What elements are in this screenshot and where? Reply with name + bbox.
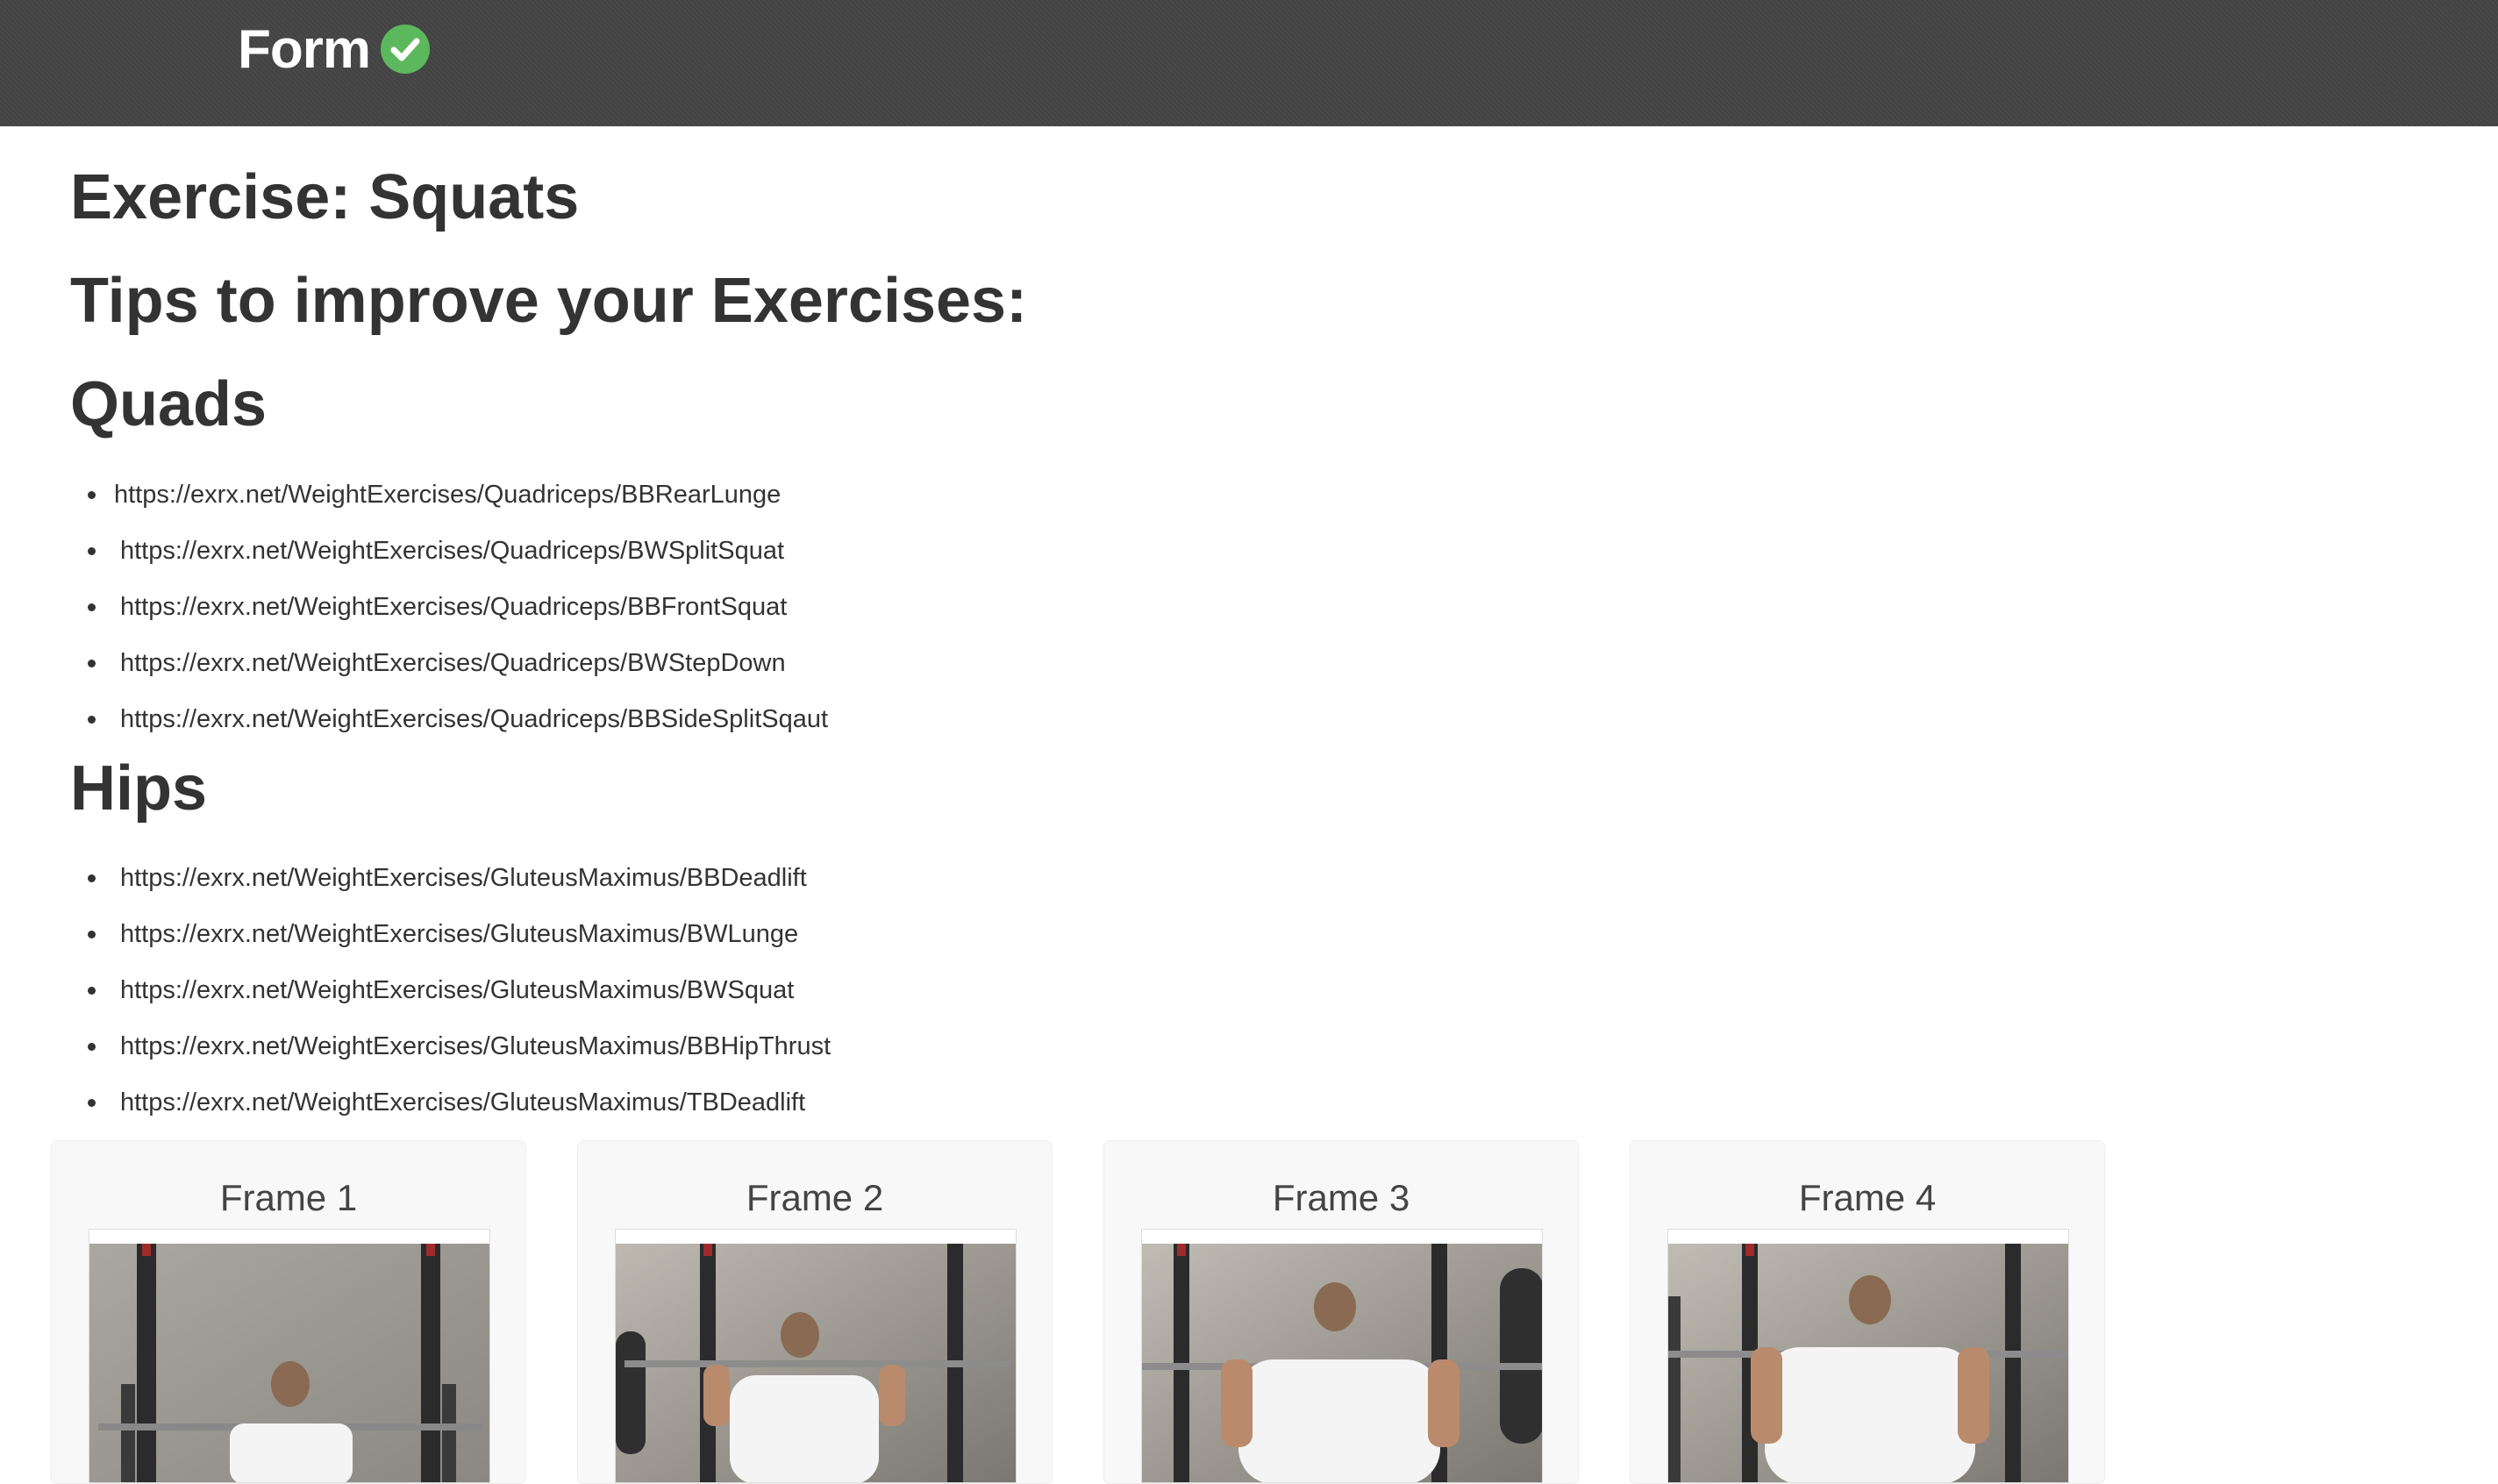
exercise-link[interactable]: https://exrx.net/WeightExercises/Gluteus… — [120, 860, 807, 895]
bullet-icon — [88, 1043, 96, 1051]
frame-image — [615, 1229, 1017, 1483]
bullet-icon — [88, 931, 96, 938]
frame-image — [89, 1229, 490, 1483]
check-circle-icon — [381, 25, 430, 74]
exercise-link[interactable]: https://exrx.net/WeightExercises/Quadric… — [120, 646, 786, 681]
exercise-link[interactable]: https://exrx.net/WeightExercises/Gluteus… — [120, 1085, 805, 1120]
frame-image — [1667, 1229, 2069, 1483]
bullet-icon — [88, 987, 96, 995]
brand-name: Form — [238, 18, 371, 80]
frame-image — [1141, 1229, 1543, 1483]
bullet-icon — [88, 716, 96, 724]
exercise-link[interactable]: https://exrx.net/WeightExercises/Gluteus… — [120, 917, 798, 952]
frame-card-1: Frame 1 — [51, 1140, 526, 1484]
tips-heading: Tips to improve your Exercises: — [70, 266, 1028, 336]
bullet-icon — [88, 603, 96, 611]
exercise-link[interactable]: https://exrx.net/WeightExercises/Quadric… — [114, 477, 781, 512]
bullet-icon — [88, 1099, 96, 1107]
frame-title: Frame 3 — [1272, 1177, 1410, 1218]
frame-card-4: Frame 4 — [1630, 1140, 2105, 1484]
exercise-link[interactable]: https://exrx.net/WeightExercises/Gluteus… — [120, 1029, 831, 1064]
frame-title: Frame 2 — [746, 1177, 884, 1218]
group-heading-quads: Quads — [70, 369, 268, 439]
frame-title: Frame 1 — [219, 1177, 358, 1218]
bullet-icon — [88, 491, 96, 499]
bullet-icon — [88, 547, 96, 555]
exercise-link[interactable]: https://exrx.net/WeightExercises/Quadric… — [120, 589, 787, 624]
top-navbar: Form — [0, 0, 2498, 126]
exercise-link[interactable]: https://exrx.net/WeightExercises/Gluteus… — [120, 973, 794, 1008]
exercise-link[interactable]: https://exrx.net/WeightExercises/Quadric… — [120, 702, 828, 737]
bullet-icon — [88, 660, 96, 667]
exercise-link[interactable]: https://exrx.net/WeightExercises/Quadric… — [120, 533, 784, 568]
frame-title: Frame 4 — [1798, 1177, 1937, 1218]
brand-link[interactable]: Form — [238, 18, 430, 81]
bullet-icon — [88, 874, 96, 882]
frame-card-2: Frame 2 — [577, 1140, 1053, 1484]
frame-card-3: Frame 3 — [1103, 1140, 1579, 1484]
frames-row: Frame 1 Frame 2 Frame 3 Frame 4 — [51, 1140, 2165, 1484]
group-heading-hips: Hips — [70, 753, 208, 824]
exercise-heading: Exercise: Squats — [70, 162, 580, 232]
